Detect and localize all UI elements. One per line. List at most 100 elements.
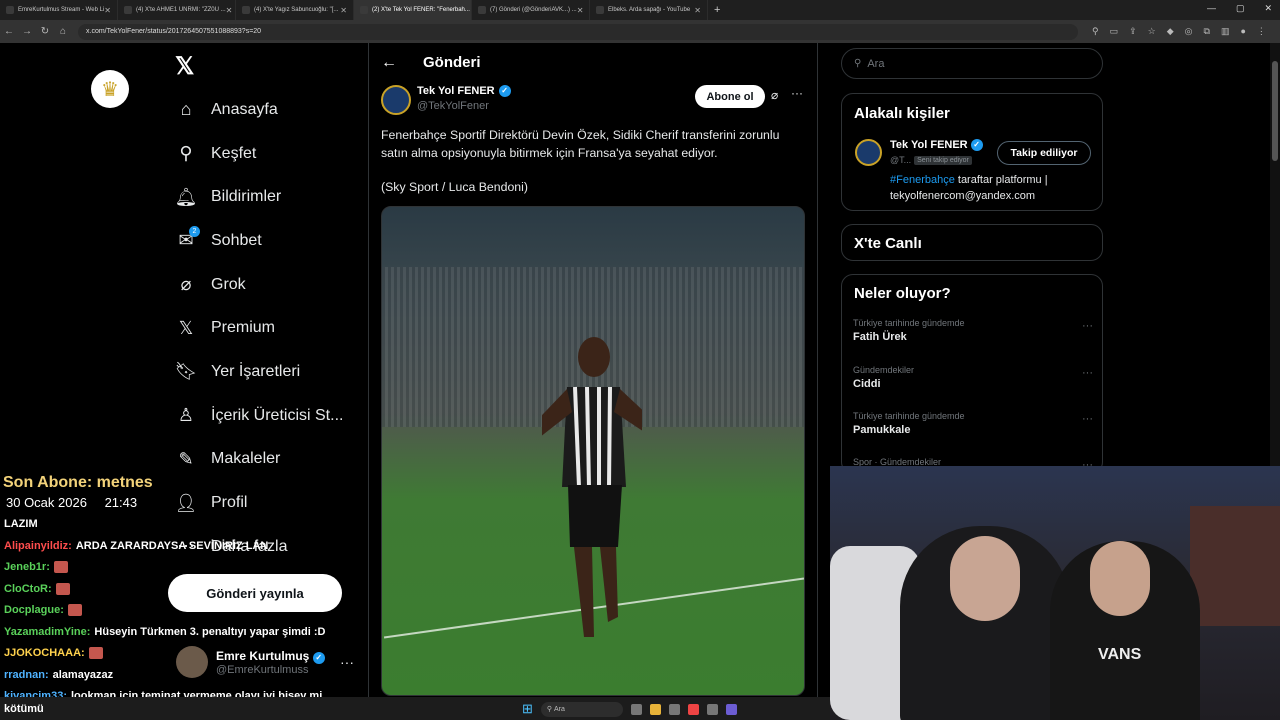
- cast-icon[interactable]: ▭: [1110, 26, 1119, 37]
- menu-icon[interactable]: ⋮: [1257, 26, 1266, 37]
- live-card[interactable]: X'te Canlı: [841, 224, 1103, 261]
- nav-item[interactable]: ⌀ Grok: [172, 263, 343, 307]
- extension-icon[interactable]: ◆: [1167, 26, 1174, 37]
- close-tab-icon[interactable]: ✕: [104, 6, 111, 15]
- close-tab-icon[interactable]: ✕: [226, 6, 233, 15]
- nav-item[interactable]: 🔖︎ Yer İşaretleri: [172, 350, 343, 394]
- extension-icon[interactable]: ◎: [1185, 26, 1193, 37]
- browser-tab-bar: EmreKurtulmus Stream - Web Li ✕ (4) X'te A…: [0, 0, 1280, 20]
- trend-item[interactable]: Türkiye tarihinde gündemde Fatih Ürek ···: [853, 318, 1093, 343]
- profile-avatar-icon[interactable]: ●: [1240, 26, 1245, 37]
- trend-item[interactable]: Türkiye tarihinde gündemde Pamukkale ···: [853, 411, 1093, 436]
- player-figure: [542, 337, 642, 637]
- nav-item[interactable]: ⚲ Keşfet: [172, 132, 343, 176]
- browser-tab[interactable]: Elbeks. Arda sapağı - YouTube ✕: [590, 0, 708, 20]
- nav-item[interactable]: ♙ İçerik Üreticisi St...: [172, 394, 344, 438]
- file-explorer-icon[interactable]: [649, 703, 661, 715]
- verified-badge-icon: ✓: [498, 85, 511, 97]
- last-subscriber: Son Abone: metnes: [3, 474, 153, 491]
- trend-name: Fatih Ürek: [853, 331, 907, 343]
- nav-item[interactable]: 🔔︎ Bildirimler: [172, 175, 343, 219]
- obs-icon[interactable]: [706, 703, 718, 715]
- following-button[interactable]: Takip ediliyor: [997, 141, 1091, 165]
- author-handle[interactable]: @TekYolFener: [417, 100, 489, 112]
- settings-icon[interactable]: [668, 703, 680, 715]
- x-premium-icon: 𝕏: [178, 317, 194, 338]
- discord-icon[interactable]: [725, 703, 737, 715]
- chat-overflow-text: kötümü: [4, 702, 44, 715]
- back-nav-icon[interactable]: ←: [0, 26, 18, 37]
- x-logo-icon[interactable]: 𝕏: [175, 52, 194, 81]
- zoom-icon[interactable]: ⚲: [1092, 26, 1099, 37]
- related-name-row[interactable]: Tek Yol FENER ✓: [890, 139, 983, 151]
- chrome-icon[interactable]: [687, 703, 699, 715]
- tab-label: EmreKurtulmus Stream - Web Li: [18, 7, 105, 13]
- browser-tab[interactable]: (2) X'te Tek Yol FENER: "Fenerbah...✕: [354, 0, 472, 20]
- tab-label: (7) Gönderi (@GönderiAVK...) ...: [490, 7, 577, 13]
- grok-icon[interactable]: ⌀: [771, 88, 778, 102]
- nav-item[interactable]: 𝕏 Premium: [172, 306, 343, 350]
- sidebar-icon[interactable]: ▥: [1221, 26, 1230, 37]
- url-text: x.com/TekYolFener/status/201726450755108…: [86, 28, 262, 35]
- chat-message: LAZIM: [4, 514, 364, 536]
- post-image[interactable]: [381, 206, 805, 696]
- emote-icon: [88, 647, 103, 660]
- reload-icon[interactable]: ↻: [36, 26, 54, 37]
- nav-label: Premium: [211, 319, 276, 337]
- close-tab-icon[interactable]: ✕: [694, 6, 701, 15]
- extension-icons: ⚲ ▭ ⇪ ☆ ◆ ◎ ⧉ ▥ ● ⋮: [1092, 26, 1266, 37]
- close-tab-icon[interactable]: ✕: [340, 6, 347, 15]
- x-icon: [478, 6, 486, 14]
- browser-tab[interactable]: EmreKurtulmus Stream - Web Li ✕: [0, 0, 118, 20]
- stream-chat: LAZIM Alipainyildiz: ARDA ZARARDAYSA SEVİN…: [4, 514, 364, 708]
- url-field[interactable]: x.com/TekYolFener/status/201726450755108…: [78, 23, 1078, 40]
- trend-item[interactable]: Gündemdekiler Ciddi ···: [853, 365, 1093, 390]
- browser-tab[interactable]: (7) Gönderi (@GönderiAVK...) ... ✕: [472, 0, 590, 20]
- windows-start-icon[interactable]: ⊞: [522, 701, 533, 717]
- trend-more-icon[interactable]: ···: [1082, 413, 1093, 425]
- author-avatar[interactable]: [381, 85, 411, 115]
- back-arrow-icon[interactable]: ←: [381, 54, 397, 72]
- window-controls: — ▢ ✕: [1207, 3, 1272, 14]
- emote-icon: [53, 561, 68, 574]
- minimize-button[interactable]: —: [1207, 3, 1216, 14]
- related-avatar[interactable]: [855, 139, 882, 166]
- new-tab-button[interactable]: +: [714, 4, 720, 16]
- maximize-button[interactable]: ▢: [1236, 3, 1245, 14]
- related-handle: @T...: [890, 155, 912, 165]
- grok-icon: ⌀: [180, 274, 192, 295]
- forward-nav-icon[interactable]: →: [18, 26, 36, 37]
- close-window-button[interactable]: ✕: [1264, 3, 1272, 14]
- taskbar-search[interactable]: ⚲ Ara: [540, 701, 623, 717]
- home-nav-icon[interactable]: ⌂: [54, 26, 72, 37]
- scrollbar-thumb[interactable]: [1272, 61, 1278, 161]
- share-icon[interactable]: ⇪: [1129, 26, 1137, 37]
- nav-label: Makaleler: [211, 450, 281, 468]
- post-more-icon[interactable]: ···: [791, 86, 803, 100]
- nav-item[interactable]: ✉ 2 Sohbet: [172, 219, 343, 263]
- trend-context: Türkiye tarihinde gündemde: [853, 411, 965, 421]
- trend-more-icon[interactable]: ···: [1082, 367, 1093, 379]
- chat-message: Docplague:: [4, 600, 364, 622]
- puzzle-icon[interactable]: ⧉: [1204, 26, 1210, 37]
- subscribe-button[interactable]: Abone ol: [695, 85, 765, 108]
- trends-title: Neler oluyor?: [854, 285, 951, 302]
- post-text: Fenerbahçe Sportif Direktörü Devin Özek,…: [381, 128, 780, 160]
- nav-item[interactable]: ✎ Makaleler: [172, 438, 343, 482]
- browser-tab[interactable]: (4) X'te Yagız Sabuncuoğlu: "[... ✕: [236, 0, 354, 20]
- trend-more-icon[interactable]: ···: [1082, 320, 1093, 332]
- bookmark-star-icon[interactable]: ☆: [1148, 26, 1156, 37]
- nav-item[interactable]: ⌂ Anasayfa: [172, 88, 343, 132]
- search-input[interactable]: ⚲ Ara: [841, 48, 1103, 79]
- tab-label: (2) X'te Tek Yol FENER: "Fenerbah...: [372, 7, 470, 13]
- close-tab-icon[interactable]: ✕: [577, 6, 584, 15]
- author-name-row[interactable]: Tek Yol FENER ✓: [417, 85, 511, 97]
- browser-tab[interactable]: (4) X'te AHME1 UNRMI: "ZZ0U ... ✕: [118, 0, 236, 20]
- hashtag-link[interactable]: #Fenerbahçe: [890, 174, 955, 186]
- address-bar-row: ← → ↻ ⌂ x.com/TekYolFener/status/2017264…: [0, 20, 1280, 43]
- task-view-icon[interactable]: [630, 703, 642, 715]
- trend-context: Türkiye tarihinde gündemde: [853, 318, 965, 328]
- bell-icon: 🔔︎: [174, 186, 198, 207]
- overlay-date: 30 Ocak 2026: [6, 495, 87, 510]
- related-handle-row: @T... Seni takip ediyor: [890, 155, 972, 165]
